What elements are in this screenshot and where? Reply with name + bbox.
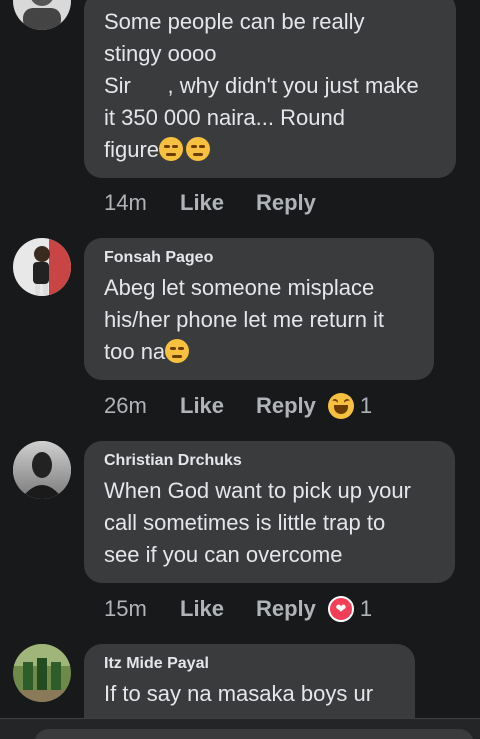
comment-actions: 15m Like Reply ❤ 1 bbox=[104, 594, 372, 624]
comment-text: Abeg let someone misplace his/her phone … bbox=[104, 275, 385, 364]
like-button[interactable]: Like bbox=[180, 596, 256, 622]
reaction-count: 1 bbox=[359, 393, 373, 418]
avatar[interactable] bbox=[13, 238, 71, 296]
haha-icon bbox=[327, 393, 354, 419]
comment-author[interactable]: Fonsah Pageo bbox=[104, 248, 414, 268]
flushed-emoji-icon bbox=[159, 137, 184, 161]
avatar[interactable] bbox=[13, 0, 71, 30]
comment-bubble[interactable]: Christian Drchuks When God want to pick … bbox=[84, 441, 455, 583]
comment-text: When God want to pick up your call somet… bbox=[104, 478, 411, 567]
comment-actions: 14m Like Reply bbox=[104, 188, 328, 218]
comment-time: 15m bbox=[104, 596, 147, 621]
comment-bubble[interactable]: Some people can be really stingy oooo Si… bbox=[84, 0, 456, 178]
comment-text: If to say na masaka boys ur bbox=[104, 681, 374, 706]
comment-bubble[interactable]: Fonsah Pageo Abeg let someone misplace h… bbox=[84, 238, 434, 380]
reply-button[interactable]: Reply bbox=[256, 596, 316, 622]
comments-feed: Some people can be really stingy oooo Si… bbox=[0, 0, 480, 739]
avatar[interactable] bbox=[13, 644, 71, 702]
reply-button[interactable]: Reply bbox=[256, 393, 316, 419]
weary-emoji-icon bbox=[165, 339, 190, 363]
comment-time: 14m bbox=[104, 190, 147, 215]
comment-author[interactable]: Itz Mide Payal bbox=[104, 654, 395, 674]
like-button[interactable]: Like bbox=[180, 190, 256, 216]
reply-button[interactable]: Reply bbox=[256, 190, 316, 216]
comment-time: 26m bbox=[104, 393, 147, 418]
comment-actions: 26m Like Reply 1 bbox=[104, 391, 372, 421]
reactions-summary[interactable]: ❤ 1 bbox=[327, 596, 373, 622]
reaction-count: 1 bbox=[359, 596, 373, 621]
unamused-emoji-icon bbox=[186, 137, 211, 161]
love-icon: ❤ bbox=[327, 596, 354, 622]
reactions-summary[interactable]: 1 bbox=[327, 393, 373, 419]
comment-text: Some people can be really stingy oooo Si… bbox=[104, 9, 419, 162]
comment-input[interactable] bbox=[34, 729, 474, 739]
comment-composer-bar bbox=[0, 718, 480, 739]
avatar[interactable] bbox=[13, 441, 71, 499]
like-button[interactable]: Like bbox=[180, 393, 256, 419]
comment-author[interactable]: Christian Drchuks bbox=[104, 451, 435, 471]
